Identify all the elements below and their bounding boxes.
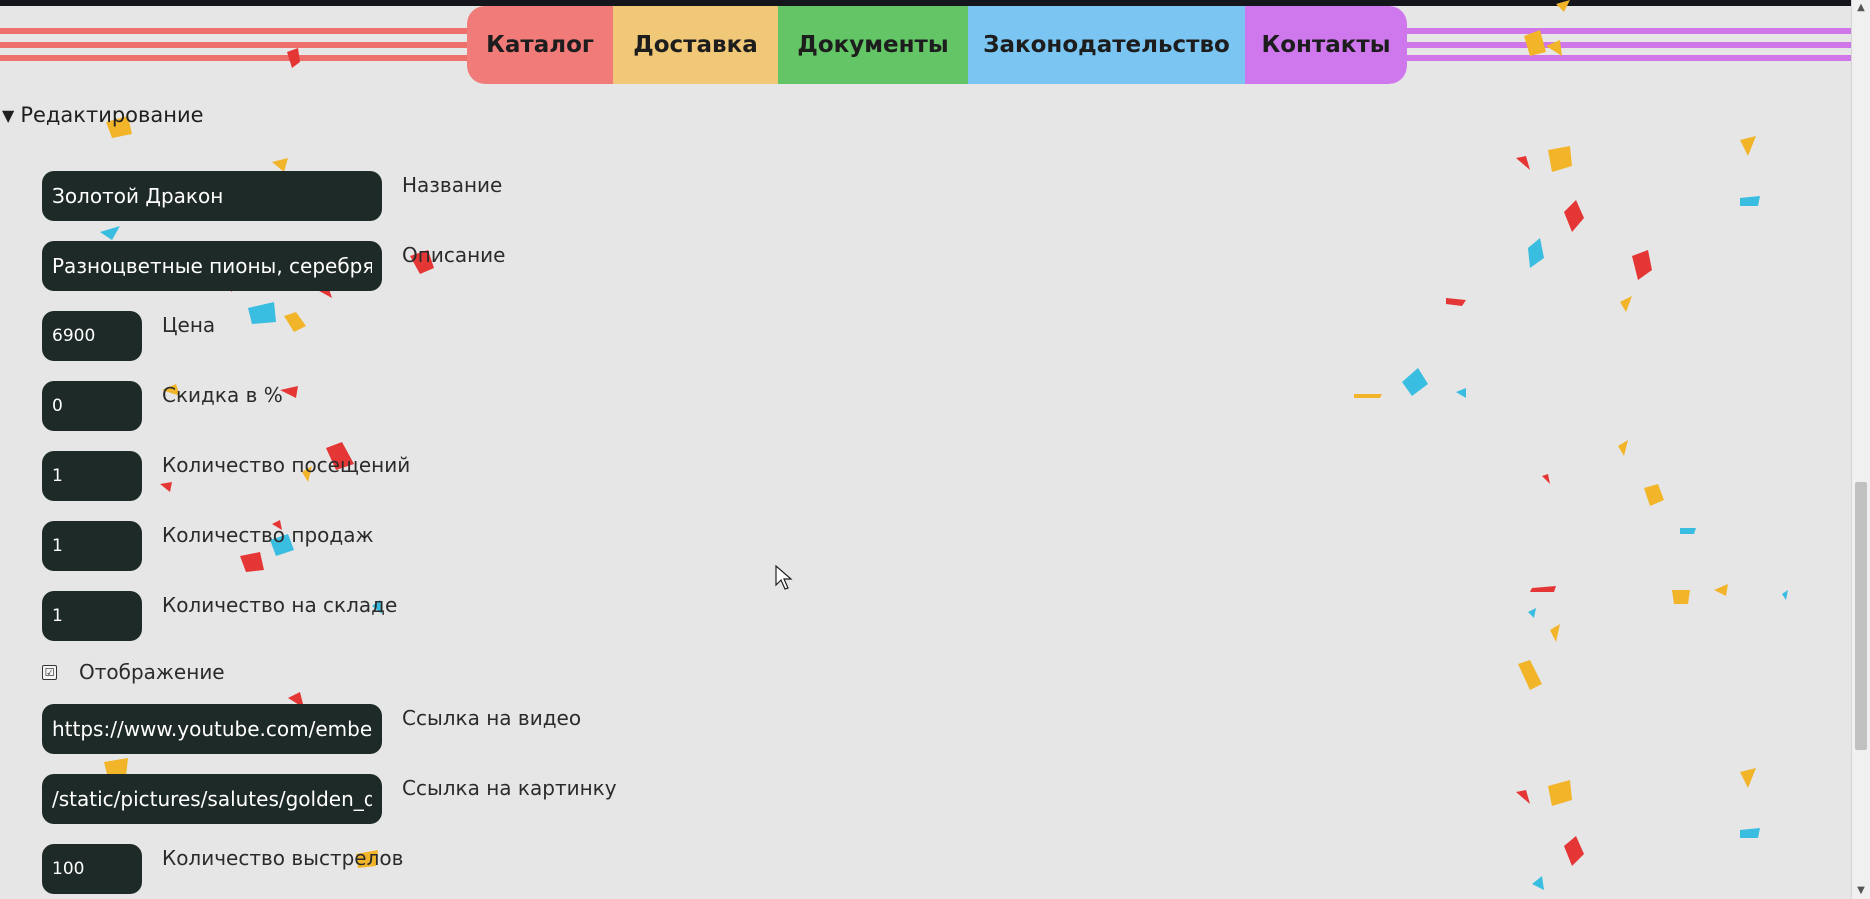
nav-legislation[interactable]: Законодательство (968, 6, 1245, 84)
picture-url-input[interactable] (42, 774, 382, 824)
field-row-description: Описание (42, 241, 505, 291)
left-stripe (0, 55, 470, 61)
price-input[interactable] (42, 311, 142, 361)
description-label: Описание (402, 243, 506, 267)
left-stripe (0, 42, 470, 48)
nav-documents[interactable]: Документы (778, 6, 968, 84)
video-url-label: Ссылка на видео (402, 706, 582, 730)
discount-input[interactable] (42, 381, 142, 431)
display-checkbox[interactable]: ☑ (42, 664, 57, 680)
field-row-name: Название (42, 171, 502, 221)
edit-details-summary[interactable]: ▼ Редактирование (2, 103, 204, 127)
field-row-discount: Скидка в % (42, 381, 283, 431)
left-stripe (0, 28, 470, 34)
sales-input[interactable] (42, 521, 142, 571)
field-row-shots: Количество выстрелов (42, 844, 403, 894)
vertical-scrollbar[interactable]: ▲ ▼ (1851, 0, 1870, 899)
display-label: Отображение (79, 660, 225, 684)
field-row-sales: Количество продаж (42, 521, 373, 571)
picture-url-label: Ссылка на картинку (402, 776, 617, 800)
field-row-price: Цена (42, 311, 215, 361)
shots-input[interactable] (42, 844, 142, 894)
right-stripe (1405, 28, 1852, 34)
page: Каталог Доставка Документы Законодательс… (0, 0, 1870, 899)
nav-catalog[interactable]: Каталог (467, 6, 613, 84)
triangle-down-icon: ▼ (2, 105, 15, 125)
visits-input[interactable] (42, 451, 142, 501)
name-label: Название (402, 173, 503, 197)
stock-label: Количество на складе (162, 593, 398, 617)
scroll-down-icon[interactable]: ▼ (1852, 883, 1870, 899)
field-row-visits: Количество посещений (42, 451, 410, 501)
display-checkbox-row: ☑ Отображение (42, 660, 225, 684)
scroll-up-icon[interactable]: ▲ (1852, 0, 1870, 16)
name-input[interactable] (42, 171, 382, 221)
summary-label: Редактирование (20, 103, 204, 127)
mouse-cursor-icon (775, 565, 793, 590)
main-nav: Каталог Доставка Документы Законодательс… (467, 6, 1407, 84)
field-row-stock: Количество на складе (42, 591, 397, 641)
video-url-input[interactable] (42, 704, 382, 754)
stock-input[interactable] (42, 591, 142, 641)
sales-label: Количество продаж (162, 523, 374, 547)
confetti-decoration (100, 0, 1788, 890)
nav-delivery[interactable]: Доставка (613, 6, 778, 84)
shots-label: Количество выстрелов (162, 846, 404, 870)
visits-label: Количество посещений (162, 453, 411, 477)
description-input[interactable] (42, 241, 382, 291)
price-label: Цена (162, 313, 216, 337)
field-row-picture: Ссылка на картинку (42, 774, 617, 824)
discount-label: Скидка в % (162, 383, 283, 407)
right-stripe (1405, 42, 1852, 48)
confetti-pieces (100, 0, 1788, 890)
scroll-thumb[interactable] (1855, 482, 1867, 750)
field-row-video: Ссылка на видео (42, 704, 581, 754)
right-stripe (1405, 55, 1852, 61)
nav-contacts[interactable]: Контакты (1245, 6, 1407, 84)
